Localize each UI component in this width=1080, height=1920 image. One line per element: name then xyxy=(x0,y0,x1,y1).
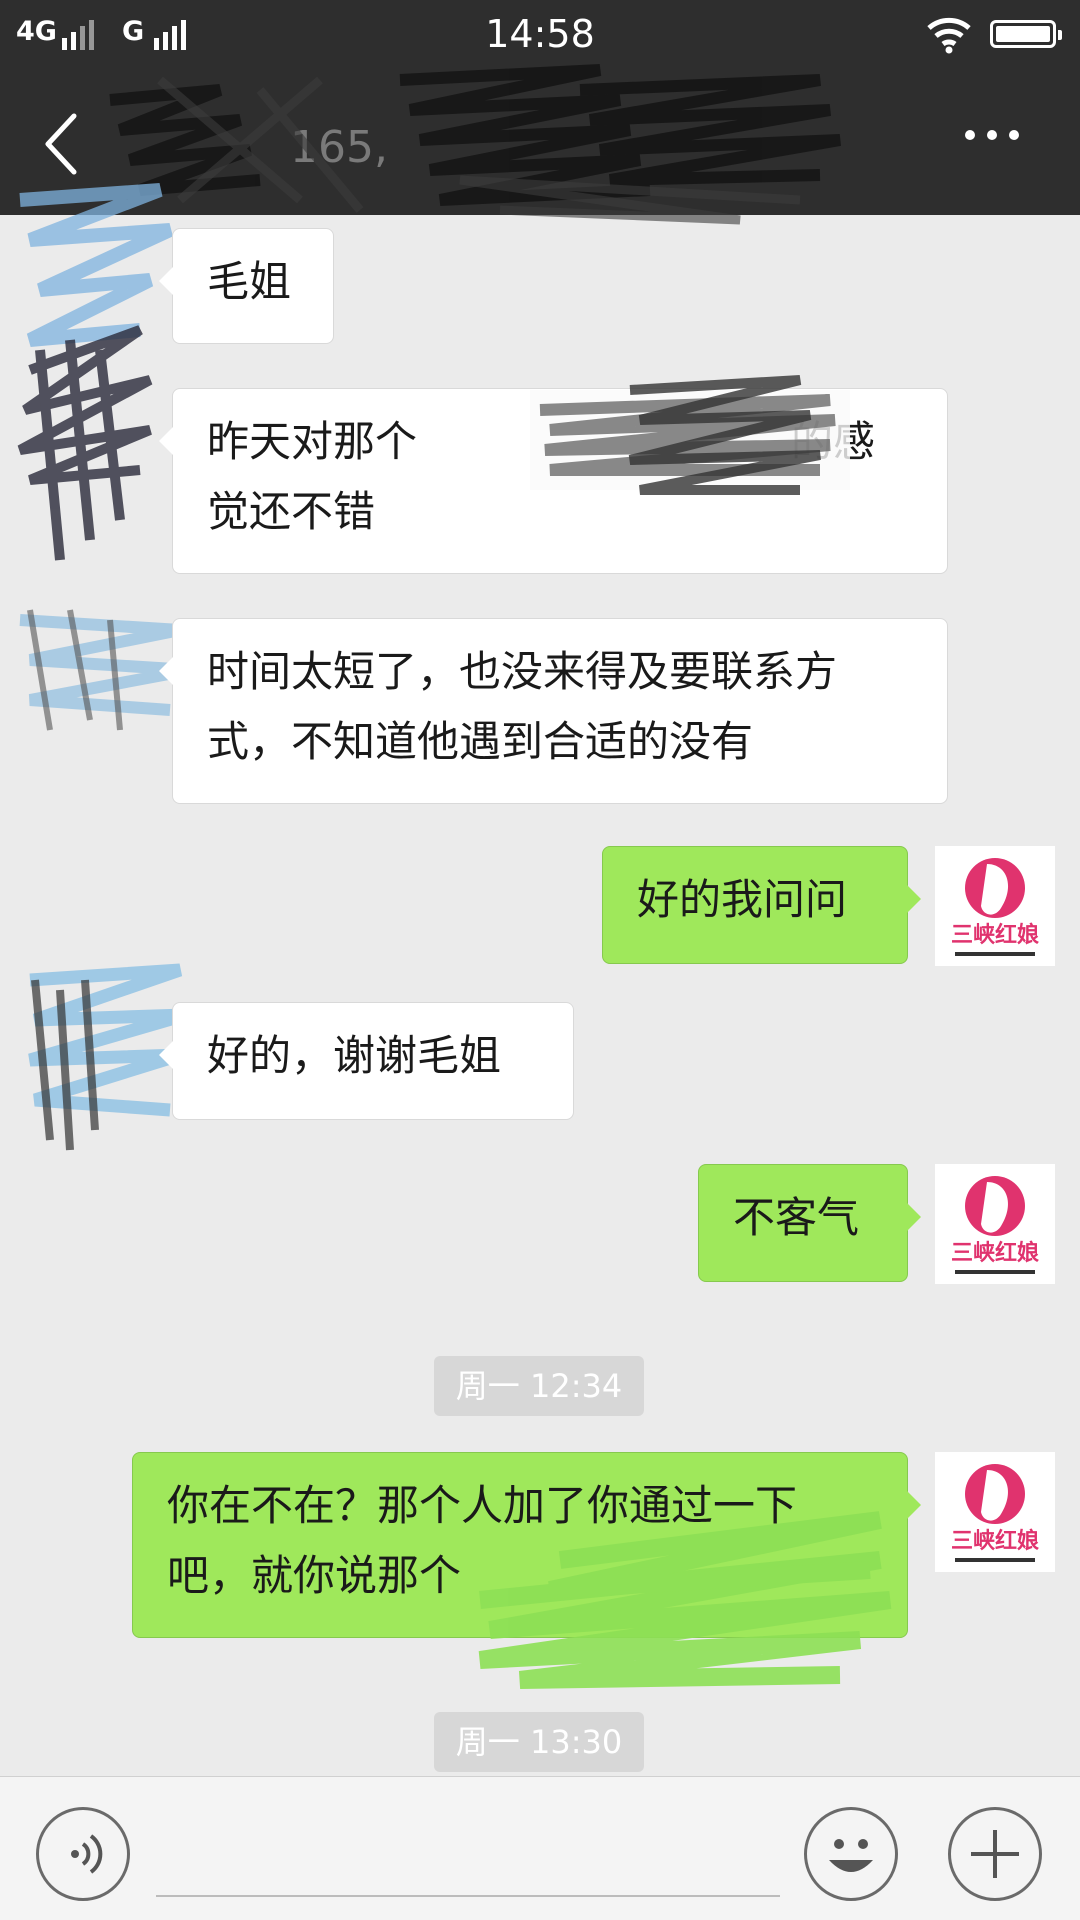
message-text: 毛姐 xyxy=(207,257,292,306)
wifi-icon xyxy=(927,17,971,54)
message-text-line: 时间太短了，也没来得及要联系方 xyxy=(207,647,838,696)
message-bubble-incoming[interactable]: 毛姐 xyxy=(159,228,334,344)
my-avatar-logo[interactable]: 三峡红娘 xyxy=(935,1164,1055,1284)
logo-text: 三峡红娘 xyxy=(951,1240,1039,1266)
matchmaker-logo-icon: 三峡红娘 xyxy=(951,1464,1039,1562)
my-avatar-logo[interactable]: 三峡红娘 xyxy=(935,846,1055,966)
message-text: 好的，谢谢毛姐 xyxy=(207,1031,502,1080)
contact-name-redacted: 165, xyxy=(100,60,920,230)
input-bar xyxy=(0,1776,1080,1920)
message-text-line: 你在不在？那个人加了你通过一下 xyxy=(167,1481,798,1530)
timestamp: 周一 12:34 xyxy=(434,1356,644,1416)
plus-button[interactable] xyxy=(948,1807,1042,1901)
message-bubble-outgoing[interactable]: 你在不在？那个人加了你通过一下 吧，就你说那个 xyxy=(132,1452,921,1638)
timestamp: 周一 13:30 xyxy=(434,1712,644,1772)
matchmaker-logo-icon: 三峡红娘 xyxy=(951,858,1039,956)
message-text-line: 式，不知道他遇到合适的没有 xyxy=(207,717,754,766)
message-text-part: 的感 xyxy=(791,417,876,466)
message-text-part: 昨天对那个 xyxy=(207,417,418,466)
redacted-avatar-1 xyxy=(17,183,173,561)
matchmaker-logo-icon: 三峡红娘 xyxy=(951,1176,1039,1274)
back-chevron-left-icon[interactable] xyxy=(40,112,80,176)
message-bubble-outgoing[interactable]: 不客气 xyxy=(698,1164,921,1282)
top-bar: 4G G 14:58 165, xyxy=(0,0,1080,225)
message-text-part: 觉还不错 xyxy=(207,487,376,536)
message-bubble-incoming[interactable]: 好的，谢谢毛姐 xyxy=(159,1002,574,1120)
message-input[interactable] xyxy=(156,1895,780,1897)
voice-icon xyxy=(71,1834,103,1874)
more-dots-icon[interactable] xyxy=(965,130,1019,140)
message-text: 不客气 xyxy=(733,1193,860,1242)
chat-screen: 4G G 14:58 165, 毛姐 昨天对那个 的感 觉还不错 时间太短了，也… xyxy=(0,0,1080,1920)
clock: 14:58 xyxy=(485,12,595,56)
redaction-scribble xyxy=(109,64,842,225)
my-avatar-logo[interactable]: 三峡红娘 xyxy=(935,1452,1055,1572)
message-text-line: 吧，就你说那个 xyxy=(167,1551,462,1600)
logo-text: 三峡红娘 xyxy=(951,922,1039,948)
emoji-icon xyxy=(829,1839,873,1872)
voice-button[interactable] xyxy=(36,1807,130,1901)
message-bubble-incoming[interactable]: 时间太短了，也没来得及要联系方 式，不知道他遇到合适的没有 xyxy=(159,618,948,804)
battery-icon xyxy=(990,20,1062,48)
plus-icon xyxy=(971,1830,1019,1878)
message-text: 好的我问问 xyxy=(637,875,848,924)
logo-text: 三峡红娘 xyxy=(951,1528,1039,1554)
emoji-button[interactable] xyxy=(804,1807,898,1901)
message-bubble-incoming[interactable]: 昨天对那个 的感 觉还不错 xyxy=(159,388,948,574)
message-bubble-outgoing[interactable]: 好的我问问 xyxy=(602,846,921,964)
